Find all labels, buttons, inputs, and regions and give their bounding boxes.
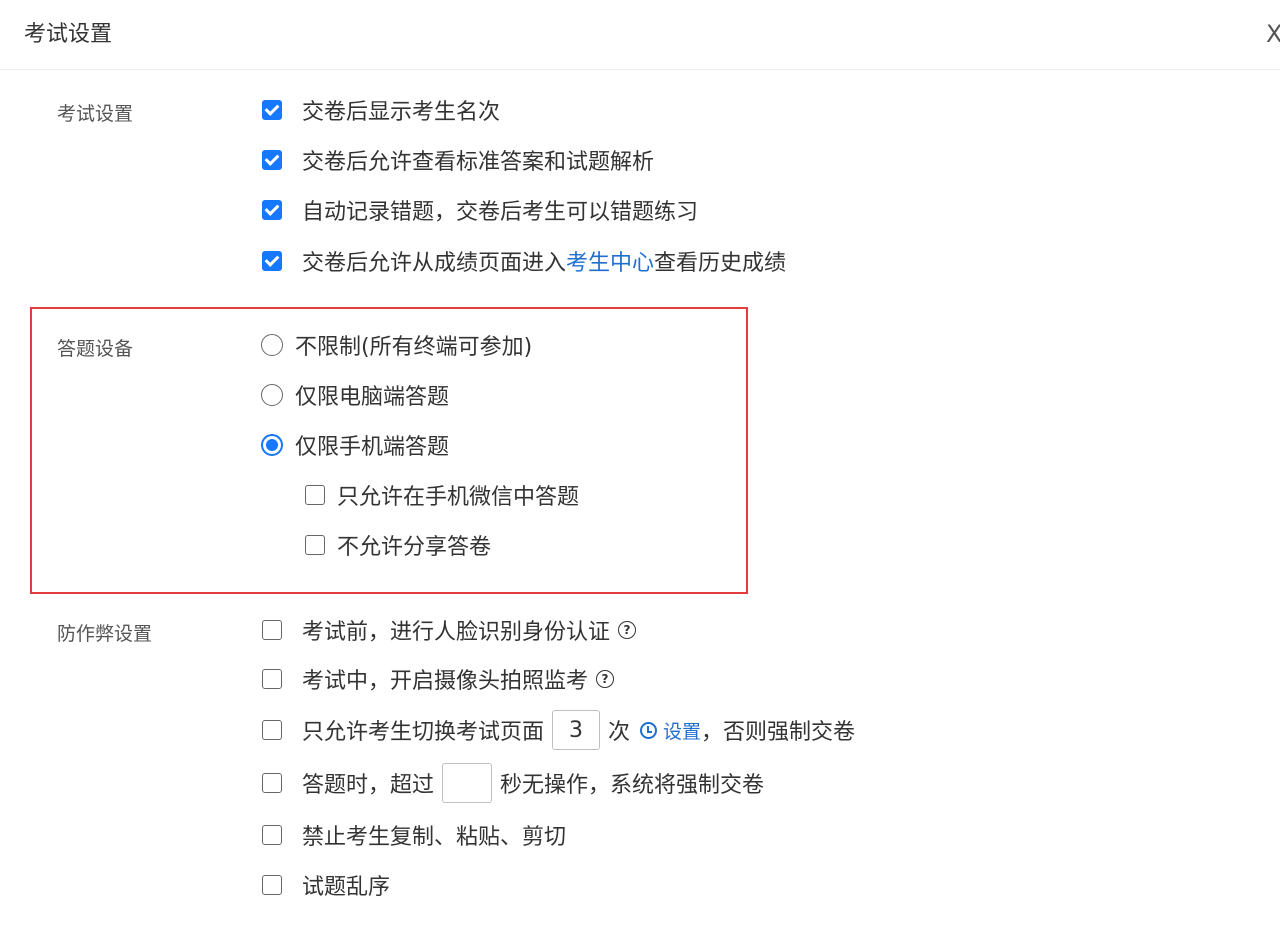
option-label: 交卷后显示考生名次: [302, 100, 501, 125]
unlimited-radio[interactable]: [261, 334, 283, 356]
mobile-only-radio[interactable]: [261, 434, 283, 456]
option-history-scores[interactable]: 交卷后允许从成绩页面进入 考生中心 查看历史成绩: [262, 246, 786, 276]
switch-count-input[interactable]: 3: [552, 710, 601, 750]
option-label: 查看历史成绩: [654, 251, 787, 276]
shuffle-checkbox[interactable]: [262, 875, 282, 895]
radio-label: 不限制(所有终端可参加): [295, 335, 533, 360]
unit-label: 次: [608, 720, 631, 745]
section-label-anti-cheat: 防作弊设置: [57, 623, 153, 645]
close-icon[interactable]: X: [1266, 19, 1280, 49]
history-scores-checkbox[interactable]: [262, 251, 282, 271]
wechat-only-checkbox[interactable]: [305, 485, 325, 505]
option-show-rank[interactable]: 交卷后显示考生名次: [262, 95, 500, 125]
option-label: 交卷后允许从成绩页面进入: [302, 251, 567, 276]
option-label: 只允许在手机微信中答题: [337, 485, 580, 510]
section-label-device: 答题设备: [57, 338, 134, 360]
radio-option-mobile-only[interactable]: 仅限手机端答题: [261, 430, 449, 460]
option-label: 考试中，开启摄像头拍照监考: [302, 669, 589, 694]
section-label-exam: 考试设置: [57, 103, 134, 125]
clock-icon: [640, 721, 658, 739]
option-label: 秒无操作，系统将强制交卷: [500, 773, 765, 798]
face-auth-checkbox[interactable]: [262, 620, 282, 640]
option-label: 只允许考生切换考试页面: [302, 720, 545, 745]
dialog-title: 考试设置: [24, 22, 113, 47]
radio-option-unlimited[interactable]: 不限制(所有终端可参加): [261, 330, 532, 360]
candidate-center-link[interactable]: 考生中心: [566, 245, 654, 277]
option-label: 考试前，进行人脸识别身份认证: [302, 620, 611, 645]
radio-option-pc-only[interactable]: 仅限电脑端答题: [261, 380, 449, 410]
option-label: 禁止考生复制、粘贴、剪切: [302, 825, 567, 850]
option-label: 自动记录错题，交卷后考生可以错题练习: [302, 200, 699, 225]
switch-limit-checkbox[interactable]: [262, 720, 282, 740]
no-copy-checkbox[interactable]: [262, 825, 282, 845]
option-switch-limit[interactable]: 只允许考生切换考试页面 3 次 设置 ，否则强制交卷: [262, 710, 856, 750]
help-icon[interactable]: ?: [618, 621, 637, 639]
option-label: 交卷后允许查看标准答案和试题解析: [302, 150, 655, 175]
option-no-share[interactable]: 不允许分享答卷: [305, 530, 491, 560]
option-wechat-only[interactable]: 只允许在手机微信中答题: [305, 480, 579, 510]
radio-label: 仅限电脑端答题: [295, 385, 450, 410]
option-label: ，否则强制交卷: [701, 720, 856, 745]
option-shuffle[interactable]: 试题乱序: [262, 870, 390, 900]
option-face-auth[interactable]: 考试前，进行人脸识别身份认证 ?: [262, 615, 637, 645]
option-view-answers[interactable]: 交卷后允许查看标准答案和试题解析: [262, 145, 654, 175]
help-icon[interactable]: ?: [596, 670, 615, 688]
show-rank-checkbox[interactable]: [262, 100, 282, 120]
idle-timeout-checkbox[interactable]: [262, 773, 282, 793]
dialog-header: 考试设置 X: [0, 0, 1280, 70]
option-label: 试题乱序: [302, 875, 391, 900]
camera-monitor-checkbox[interactable]: [262, 669, 282, 689]
option-record-mistakes[interactable]: 自动记录错题，交卷后考生可以错题练习: [262, 195, 698, 225]
option-idle-timeout[interactable]: 答题时，超过 秒无操作，系统将强制交卷: [262, 763, 765, 803]
no-share-checkbox[interactable]: [305, 535, 325, 555]
pc-only-radio[interactable]: [261, 384, 283, 406]
view-answers-checkbox[interactable]: [262, 150, 282, 170]
record-mistakes-checkbox[interactable]: [262, 200, 282, 220]
option-camera-monitor[interactable]: 考试中，开启摄像头拍照监考 ?: [262, 664, 615, 694]
idle-seconds-input[interactable]: [442, 763, 493, 803]
option-label: 答题时，超过: [302, 773, 435, 798]
radio-label: 仅限手机端答题: [295, 435, 450, 460]
switch-setting-link[interactable]: 设置: [663, 717, 701, 744]
option-label: 不允许分享答卷: [337, 535, 492, 560]
option-no-copy[interactable]: 禁止考生复制、粘贴、剪切: [262, 820, 566, 850]
